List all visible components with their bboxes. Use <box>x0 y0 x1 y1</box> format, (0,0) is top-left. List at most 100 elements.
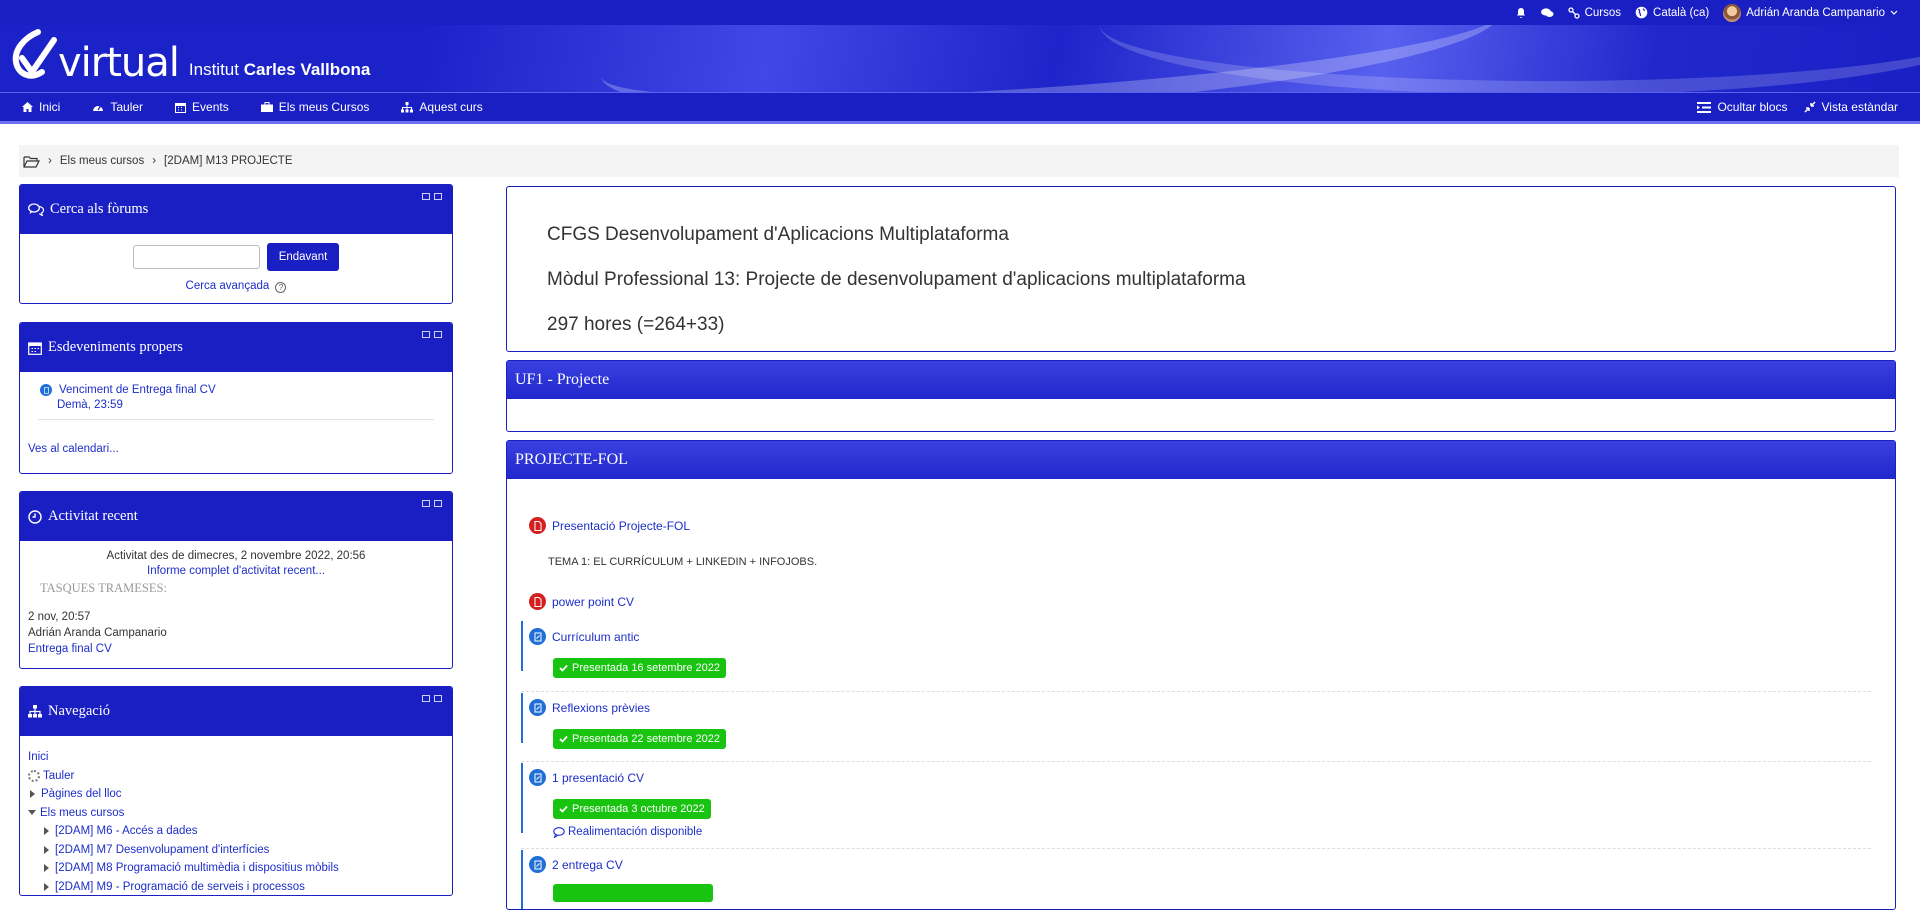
hide-blocks-button[interactable]: Ocultar blocs <box>1697 100 1788 114</box>
breadcrumb-separator: › <box>152 155 157 167</box>
dock-icon[interactable] <box>434 695 442 702</box>
search-button[interactable]: Endavant <box>266 243 340 271</box>
nav-this-course[interactable]: Aquest curs <box>401 100 483 114</box>
minimize-icon[interactable] <box>422 193 430 200</box>
block-title: Activitat recent <box>48 508 138 524</box>
nav-tree-course[interactable]: [2DAM] M9 - Programació de serveis i pro… <box>55 878 305 896</box>
check-icon <box>559 735 568 743</box>
user-name: Adrián Aranda Campanario <box>1746 6 1885 19</box>
standard-view-label: Vista estàndar <box>1821 100 1899 114</box>
nav-home[interactable]: Inici <box>22 100 60 114</box>
navigation-block: Navegació Inici Tauler Pàgines del lloc … <box>19 686 453 896</box>
dock-icon[interactable] <box>434 193 442 200</box>
event-link[interactable]: Venciment de Entrega final CV <box>59 384 216 396</box>
nav-events[interactable]: Events <box>175 100 229 114</box>
block-header: Esdeveniments propers <box>20 323 452 372</box>
activity-entry: 2 nov, 20:57 Adrián Aranda Campanario En… <box>28 609 452 657</box>
search-input[interactable] <box>132 245 260 269</box>
caret-down-icon[interactable] <box>28 810 36 816</box>
breadcrumb-separator: › <box>48 155 52 167</box>
standard-view-button[interactable]: Vista estàndar <box>1803 100 1899 114</box>
activity-link[interactable]: Reflexions prèvies <box>552 701 650 715</box>
assignment-icon <box>529 699 546 716</box>
nav-my-courses-label: Els meus Cursos <box>278 100 370 114</box>
notifications-icon[interactable] <box>1515 7 1527 19</box>
chevron-down-icon <box>1890 10 1898 15</box>
block-controls <box>422 695 442 702</box>
breadcrumb: › Els meus cursos › [2DAM] M13 PROJECTE <box>19 145 1899 177</box>
minimize-icon[interactable] <box>422 695 430 702</box>
nav-tree-course[interactable]: [2DAM] M6 - Accés a dades <box>55 822 198 841</box>
section-label: TEMA 1: EL CURRÍCULUM + LINKEDIN + INFOJ… <box>548 556 818 568</box>
list-indent-icon <box>1697 101 1712 113</box>
course-summary: CFGS Desenvolupament d'Aplicacions Multi… <box>506 186 1896 352</box>
advanced-search-link[interactable]: Cerca avançada <box>186 280 270 292</box>
submission-status-badge <box>553 884 713 902</box>
folder-open-icon[interactable] <box>23 155 40 168</box>
nav-tree-course[interactable]: [2DAM] M8 Programació multimèdia i dispo… <box>55 859 339 878</box>
forum-search-block: Cerca als fòrums Endavant Cerca avançada… <box>19 184 453 304</box>
assignment-icon <box>529 769 546 786</box>
sitemap-icon <box>1567 6 1580 19</box>
block-controls <box>422 193 442 200</box>
activity-date: 2 nov, 20:57 <box>28 611 91 623</box>
activity-link[interactable]: Currículum antic <box>552 630 639 644</box>
nav-tree-course[interactable]: [2DAM] M7 Desenvolupament d'interfícies <box>55 841 269 860</box>
submission-status-badge: Presentada 3 octubre 2022 <box>553 799 711 819</box>
nav-dashboard[interactable]: Tauler <box>92 100 143 114</box>
check-icon <box>559 664 568 672</box>
briefcase-icon <box>260 102 273 112</box>
upcoming-events-block: Esdeveniments propers Venciment de Entre… <box>19 322 453 474</box>
block-title: Esdeveniments propers <box>48 339 183 355</box>
language-menu[interactable]: Català (ca) <box>1635 6 1709 19</box>
activity-link[interactable]: 2 entrega CV <box>552 858 623 872</box>
activity-item: Currículum antic <box>529 628 639 645</box>
nav-my-courses[interactable]: Els meus Cursos <box>260 100 370 114</box>
courses-menu[interactable]: Cursos <box>1567 6 1622 19</box>
minimize-icon[interactable] <box>422 331 430 338</box>
caret-right-icon[interactable] <box>44 827 49 836</box>
site-logo[interactable]: virtual Institut Carles Vallbona <box>8 28 370 86</box>
activity-item: 1 presentació CV <box>529 769 644 786</box>
top-bar: Cursos Català (ca) Adrián Aranda Campana… <box>0 0 1920 25</box>
caret-right-icon[interactable] <box>44 864 49 873</box>
nav-right: Ocultar blocs Vista estàndar <box>1697 100 1898 114</box>
breadcrumb-course[interactable]: [2DAM] M13 PROJECTE <box>164 155 292 167</box>
caret-right-icon[interactable] <box>44 882 49 891</box>
section-title[interactable]: UF1 - Projecte <box>507 361 1895 399</box>
assignment-icon <box>40 384 52 396</box>
institute-title: Carles Vallbona <box>243 60 371 79</box>
caret-right-icon[interactable] <box>30 790 35 799</box>
event-date[interactable]: Demà, 23:59 <box>57 399 123 411</box>
recent-activity-block: Activitat recent Activitat des de dimecr… <box>19 491 453 669</box>
feedback-row: Realimentación disponible <box>553 826 702 838</box>
messages-icon[interactable] <box>1540 7 1554 19</box>
dock-icon[interactable] <box>434 331 442 338</box>
minimize-icon[interactable] <box>422 500 430 507</box>
sitemap-icon <box>401 101 414 112</box>
activity-link[interactable]: Presentació Projecte-FOL <box>552 519 690 533</box>
activity-item: 2 entrega CV <box>529 856 623 873</box>
user-menu[interactable]: Adrián Aranda Campanario <box>1723 3 1898 22</box>
activity-indicator <box>521 693 523 743</box>
help-icon[interactable]: ? <box>275 282 287 293</box>
advanced-search-row: Cerca avançada ? <box>20 280 452 293</box>
caret-right-icon[interactable] <box>44 845 49 854</box>
activity-link[interactable]: 1 presentació CV <box>552 771 644 785</box>
main-navbar: Inici Tauler Events Els meus Cursos Aque… <box>0 92 1920 124</box>
section-title[interactable]: PROJECTE-FOL <box>507 441 1895 479</box>
nav-tree-site-pages[interactable]: Pàgines del lloc <box>41 785 122 804</box>
course-hours: 297 hores (=264+33) <box>547 314 725 335</box>
calendar-link[interactable]: Ves al calendari... <box>28 443 119 455</box>
activity-link[interactable]: Entrega final CV <box>28 643 112 655</box>
courses-label: Cursos <box>1584 6 1622 19</box>
nav-tree-home[interactable]: Inici <box>28 751 48 763</box>
dock-icon[interactable] <box>434 500 442 507</box>
full-report-link[interactable]: Informe complet d'activitat recent... <box>147 565 325 577</box>
feedback-link[interactable]: Realimentación disponible <box>568 826 702 838</box>
breadcrumb-my-courses[interactable]: Els meus cursos <box>60 155 144 167</box>
nav-tree-my-courses[interactable]: Els meus cursos <box>40 804 124 823</box>
activity-link[interactable]: power point CV <box>552 595 634 609</box>
logo-word: virtual <box>58 40 180 86</box>
nav-tree-dashboard[interactable]: Tauler <box>43 767 74 786</box>
